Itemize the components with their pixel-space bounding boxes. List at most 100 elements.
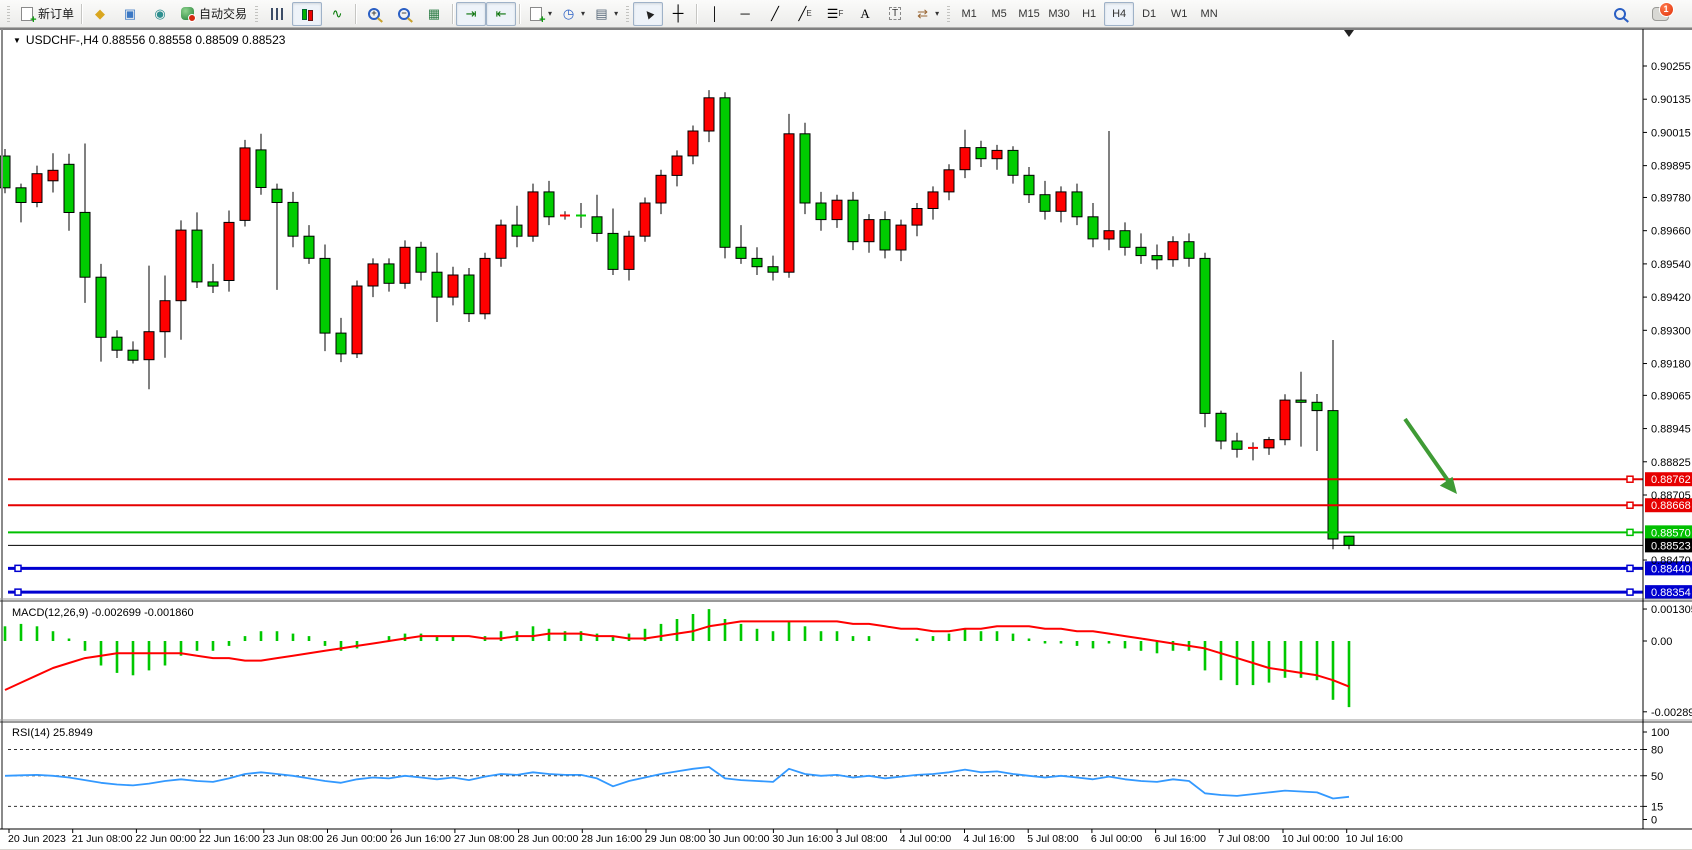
candle-body [1088, 217, 1098, 239]
fibonacci-button[interactable]: ☰F [820, 2, 850, 26]
arrows-button[interactable]: ⇄ ▾ [910, 2, 943, 26]
line-handle[interactable] [15, 565, 21, 571]
timeframe-m15-button[interactable]: M15 [1014, 2, 1044, 26]
cursor-button[interactable]: ▲ [633, 2, 663, 26]
candle-body [640, 203, 650, 236]
text-button[interactable]: A [850, 2, 880, 26]
chart-shift-marker[interactable] [1344, 30, 1354, 37]
horizontal-line-icon: ─ [737, 5, 754, 22]
timeframe-h1-button[interactable]: H1 [1074, 2, 1104, 26]
svg-text:0.88570: 0.88570 [1651, 527, 1691, 539]
fibonacci-icon: ☰F [827, 5, 844, 22]
search-button[interactable] [1605, 2, 1635, 26]
svg-text:0.88354: 0.88354 [1651, 587, 1691, 599]
symbol-dropdown-caret-icon[interactable]: ▼ [13, 36, 21, 45]
toolbar-separator [696, 4, 697, 24]
market-button[interactable]: ◆ [85, 2, 115, 26]
vps-button[interactable]: ◉ [145, 2, 175, 26]
rsi-pane [5, 750, 1643, 807]
line-handle[interactable] [15, 589, 21, 595]
candle-body [304, 236, 314, 258]
line-handle[interactable] [1627, 565, 1633, 571]
line-handle[interactable] [1627, 589, 1633, 595]
zoom-in-button[interactable]: + [359, 2, 389, 26]
svg-text:5 Jul 08:00: 5 Jul 08:00 [1027, 833, 1079, 845]
line-handle[interactable] [1627, 476, 1633, 482]
chart-window[interactable]: 0.887620.886680.885700.884400.883540.885… [0, 28, 1692, 850]
candle-body [1264, 440, 1274, 448]
timeframe-h4-button[interactable]: H4 [1104, 2, 1134, 26]
equidistant-channel-button[interactable]: ╱E [790, 2, 820, 26]
candle-body [976, 148, 986, 159]
auto-scroll-icon: ⇥ [463, 5, 480, 22]
zoom-out-button[interactable]: − [389, 2, 419, 26]
chart-shift-icon: ⇤ [493, 5, 510, 22]
text-label-button[interactable]: T [880, 2, 910, 26]
timeframe-d1-button[interactable]: D1 [1134, 2, 1164, 26]
vertical-line-button[interactable]: │ [700, 2, 730, 26]
auto-scroll-button[interactable]: ⇥ [456, 2, 486, 26]
svg-text:7 Jul 08:00: 7 Jul 08:00 [1218, 833, 1270, 845]
line-chart-button[interactable]: ∿ [322, 2, 352, 26]
crosshair-button[interactable]: ┼ [663, 2, 693, 26]
candle-body [336, 333, 346, 354]
candle-body [672, 156, 682, 175]
candle-body [160, 301, 170, 332]
horizontal-line-button[interactable]: ─ [730, 2, 760, 26]
candle-body [688, 131, 698, 156]
chart-shift-button[interactable]: ⇤ [486, 2, 516, 26]
timeframe-m5-button[interactable]: M5 [984, 2, 1014, 26]
svg-text:0.90015: 0.90015 [1651, 127, 1691, 139]
trendline-button[interactable]: ╱ [760, 2, 790, 26]
notifications-button[interactable]: 1 [1645, 2, 1675, 26]
signals-button[interactable]: ▣ [115, 2, 145, 26]
line-handle[interactable] [1627, 529, 1633, 535]
candle-body [64, 164, 74, 212]
toolbar-grip[interactable] [626, 6, 629, 22]
candlestick-chart-button[interactable] [292, 2, 322, 26]
candle-body [480, 258, 490, 313]
candle-body [112, 337, 122, 350]
candle-body [752, 258, 762, 266]
arrow-annotation[interactable] [1405, 419, 1449, 482]
periods-button[interactable]: ◷ ▾ [556, 2, 589, 26]
candle-body [384, 264, 394, 283]
toolbar-separator [355, 4, 356, 24]
bar-chart-button[interactable] [262, 2, 292, 26]
svg-text:0.88762: 0.88762 [1651, 474, 1691, 486]
candle-body [1104, 231, 1114, 239]
chart-canvas[interactable]: 0.887620.886680.885700.884400.883540.885… [0, 28, 1692, 850]
toolbar-grip[interactable] [255, 6, 258, 22]
macd-pane [5, 609, 1349, 707]
tile-windows-button[interactable]: ▦ [419, 2, 449, 26]
svg-text:28 Jun 16:00: 28 Jun 16:00 [581, 833, 642, 845]
candle-body [272, 189, 282, 202]
toolbar-grip[interactable] [7, 6, 10, 22]
candle-body [896, 225, 906, 250]
autotrading-button[interactable]: 自动交易 [175, 2, 251, 26]
svg-text:30 Jun 00:00: 30 Jun 00:00 [709, 833, 770, 845]
candle-body [848, 200, 858, 242]
timeframe-w1-button[interactable]: W1 [1164, 2, 1194, 26]
candle-body [1056, 192, 1066, 211]
time-axis[interactable]: 20 Jun 202321 Jun 08:0022 Jun 00:0022 Ju… [8, 829, 1403, 845]
templates-button[interactable]: ▤ ▾ [589, 2, 622, 26]
chart-title-bar[interactable]: ▼ USDCHF-,H4 0.88556 0.88558 0.88509 0.8… [13, 33, 285, 47]
candle-body [176, 230, 186, 301]
timeframe-m1-button[interactable]: M1 [954, 2, 984, 26]
price-axis[interactable]: 0.887620.886680.885700.884400.883540.885… [1643, 61, 1692, 827]
indicators-button[interactable]: + ▾ [523, 2, 556, 26]
candle-body [464, 275, 474, 314]
candle-body [1216, 413, 1226, 441]
svg-text:0.89780: 0.89780 [1651, 192, 1691, 204]
toolbar-grip[interactable] [947, 6, 950, 22]
timeframe-m30-button[interactable]: M30 [1044, 2, 1074, 26]
timeframe-mn-button[interactable]: MN [1194, 2, 1224, 26]
line-handle[interactable] [1627, 502, 1633, 508]
main-toolbar: + 新订单 ◆ ▣ ◉ 自动交易 ∿ + − ▦ ⇥ ⇤ + ▾ [0, 0, 1692, 28]
trendline-icon: ╱ [767, 5, 784, 22]
candle-body [1232, 441, 1242, 449]
candlestick-chart-icon [299, 5, 316, 22]
candle-body [1008, 150, 1018, 175]
new-order-button[interactable]: + 新订单 [14, 2, 78, 26]
